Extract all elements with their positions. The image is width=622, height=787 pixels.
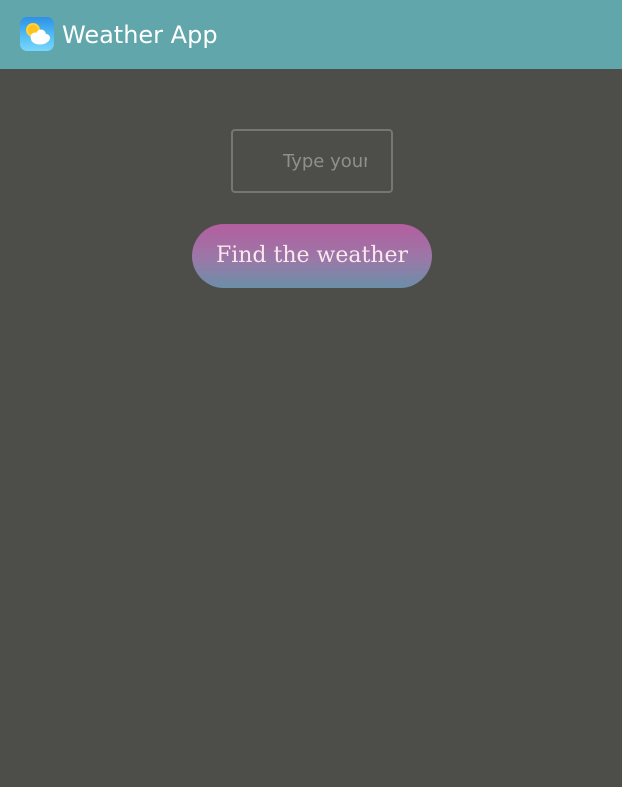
title-bar: Weather App	[0, 0, 622, 69]
city-search-input[interactable]	[231, 129, 393, 193]
app-title: Weather App	[62, 21, 218, 49]
weather-app-icon	[20, 17, 54, 51]
find-weather-button[interactable]: Find the weather	[192, 224, 432, 288]
